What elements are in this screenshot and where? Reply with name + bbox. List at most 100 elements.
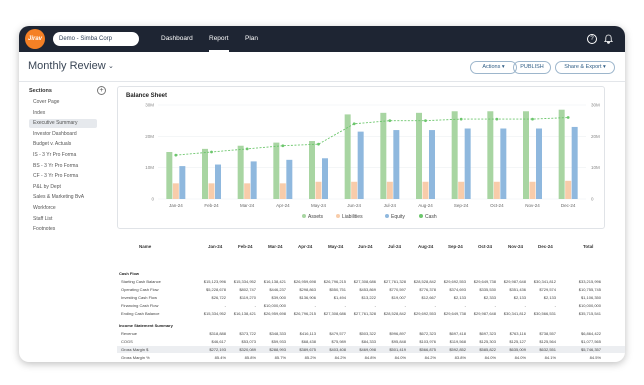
bar-equity xyxy=(215,164,221,199)
table-cell: 85.7% xyxy=(274,355,286,360)
bar-liabilities xyxy=(172,183,179,199)
x-tick-label: Nov-24 xyxy=(525,203,540,208)
table-cell: $27,761,328 xyxy=(383,279,406,284)
bar-liabilities xyxy=(565,180,572,199)
row-label: Cash Flow xyxy=(119,271,140,276)
table-cell: $30,341,812 xyxy=(533,279,556,284)
table-cell: $119,270 xyxy=(239,295,256,300)
sidebar-item[interactable]: Staff List xyxy=(29,215,97,224)
sidebar-item[interactable]: IS - 3 Yr Pro Forma xyxy=(29,151,97,160)
bar-assets xyxy=(237,145,244,199)
y-tick-label: 0 xyxy=(151,197,154,202)
table-cell: $348,333 xyxy=(269,331,286,336)
table-cell: $15,123,996 xyxy=(203,279,226,284)
table-cell: $550,751 xyxy=(329,287,346,292)
sidebar-item[interactable]: Executive Summary xyxy=(29,119,97,129)
cash-point xyxy=(281,144,285,148)
company-selector[interactable]: Demo - Simba Corp xyxy=(53,32,139,46)
sidebar-item[interactable]: Index xyxy=(29,109,97,118)
table-cell: - xyxy=(434,303,436,308)
app-window: Jirav Demo - Simba Corp Dashboard Report… xyxy=(19,26,625,362)
publish-button[interactable]: PUBLISH xyxy=(513,61,551,74)
table-cell: $585,822 xyxy=(479,347,496,352)
table-cell: $103,976 xyxy=(419,339,436,344)
sections-heading: Sections xyxy=(29,88,52,94)
bar-assets xyxy=(451,111,458,199)
table-cell: $59,933 xyxy=(271,339,286,344)
row-label: Investing Cash Flow xyxy=(121,295,158,300)
table-cell: $10,000,000 xyxy=(263,303,286,308)
legend-label: Assets xyxy=(308,214,324,220)
sections-sidebar: Sections + Cover Page Index Executive Summ… xyxy=(19,82,109,362)
row-label: Income Statement Summary xyxy=(119,323,173,328)
add-section-icon[interactable]: + xyxy=(97,86,106,95)
sidebar-item[interactable]: P&L by Dept xyxy=(29,183,97,192)
cash-point xyxy=(210,150,213,154)
sidebar-item[interactable]: Workforce xyxy=(29,204,97,213)
help-circle-icon[interactable]: ? xyxy=(587,34,597,44)
table-cell: $29,649,738 xyxy=(473,279,496,284)
table-cell: 84.0% xyxy=(514,355,526,360)
x-tick-label: Jan-24 xyxy=(169,203,183,208)
table-cell: $2,333 xyxy=(483,295,496,300)
table-cell: $33,215,996 xyxy=(578,279,601,284)
table-row: Operating Cash Flow $5,228,678 $802,747 $44… xyxy=(117,286,625,293)
share-export-dropdown[interactable]: Share & Export ▾ xyxy=(555,61,615,74)
table-cell: - xyxy=(224,303,226,308)
table-cell: $26,796,215 xyxy=(293,311,316,316)
table-cell: $5,746,357 xyxy=(580,347,601,352)
table-cell: 84.2% xyxy=(424,355,436,360)
table-cell: - xyxy=(524,303,526,308)
cash-point xyxy=(424,119,427,123)
table-cell: $697,323 xyxy=(479,331,496,336)
table-cell: - xyxy=(464,303,466,308)
table-cell: $635,009 xyxy=(509,347,526,352)
nav-plan[interactable]: Plan xyxy=(245,26,258,52)
sidebar-item[interactable]: Cover Page xyxy=(29,98,97,107)
table-cell: $2,133 xyxy=(513,295,526,300)
sidebar-item[interactable]: BS - 3 Yr Pro Forma xyxy=(29,162,97,171)
legend-marker-cash xyxy=(419,214,423,218)
table-cell: 85.4% xyxy=(214,355,226,360)
table-cell: $46,617 xyxy=(211,339,226,344)
table-cell: $1,494 xyxy=(333,295,346,300)
sidebar-item[interactable]: Footnotes xyxy=(29,225,97,234)
nav-dashboard[interactable]: Dashboard xyxy=(161,26,193,52)
table-cell: $373,722 xyxy=(239,331,256,336)
table-cell: $29,987,648 xyxy=(473,311,496,316)
table-cell: $632,551 xyxy=(539,347,556,352)
table-cell: $763,116 xyxy=(509,331,526,336)
table-cell: 84.1% xyxy=(544,355,556,360)
sidebar-item[interactable]: Sales & Marketing BvA xyxy=(29,193,97,202)
cash-point xyxy=(495,117,499,121)
table-cell: - xyxy=(494,303,496,308)
sidebar-item[interactable]: Investor Dashboard xyxy=(29,130,97,139)
cash-point xyxy=(174,153,178,157)
table-cell: 84.8% xyxy=(364,355,376,360)
bar-equity xyxy=(429,130,435,199)
column-header: Total xyxy=(583,244,594,249)
bar-assets xyxy=(273,142,280,199)
app-logo[interactable]: Jirav xyxy=(25,29,45,49)
table-cell: $15,334,952 xyxy=(203,311,226,316)
table-row: Gross Margin % 85.4% 85.8% 85.7% 85.2% 84.2% 8… xyxy=(117,354,625,361)
column-header: Dec-24 xyxy=(538,244,553,249)
sidebar-item[interactable]: CF - 3 Yr Pro Forma xyxy=(29,172,97,181)
sidebar-item[interactable]: Budget v. Actuals xyxy=(29,140,97,149)
table-row: Revenue $318,888 $373,722 $348,333 $416,113 $… xyxy=(117,330,625,337)
column-header: Jul-24 xyxy=(388,244,402,249)
chevron-down-icon[interactable]: ⌄ xyxy=(108,62,114,70)
row-label: Gross Margin $ xyxy=(121,347,149,352)
y2-tick-label: 30M xyxy=(591,103,600,108)
bell-icon[interactable] xyxy=(603,34,613,44)
nav-report[interactable]: Report xyxy=(209,26,229,52)
actions-dropdown[interactable]: Actions ▾ xyxy=(470,61,517,74)
table-cell: $27,308,686 xyxy=(353,279,376,284)
table-cell: $770,597 xyxy=(389,287,406,292)
y-tick-label: 10M xyxy=(145,165,154,170)
table-cell: $136,906 xyxy=(299,295,316,300)
table-cell: - xyxy=(254,303,256,308)
table-cell: $125,303 xyxy=(479,339,496,344)
row-label: Financing Cash Flow xyxy=(121,303,159,308)
legend-marker-assets xyxy=(302,214,306,218)
